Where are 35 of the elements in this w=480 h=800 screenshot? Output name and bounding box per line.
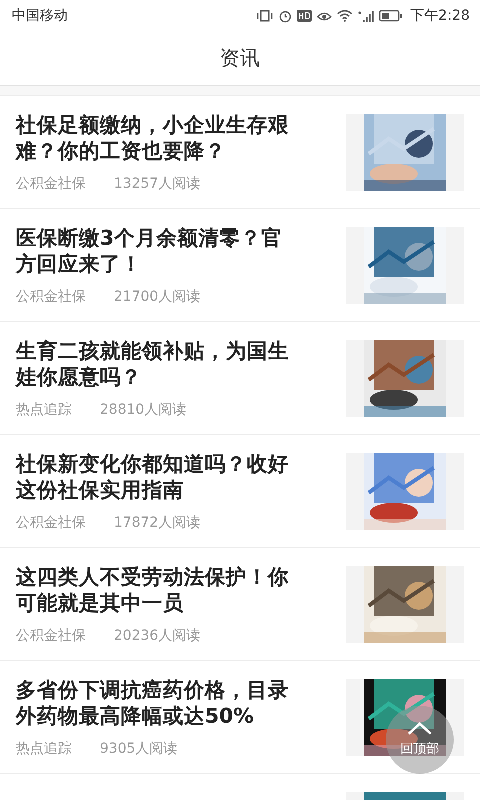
back-to-top-button[interactable]: 回顶部 — [386, 706, 454, 774]
alarm-icon — [278, 10, 292, 22]
article-category: 公积金社保 — [16, 626, 86, 644]
read-count: 21700人阅读 — [114, 288, 201, 306]
chevron-up-icon — [407, 722, 433, 736]
read-count: 13257人阅读 — [114, 174, 201, 192]
article-title: 社保足额缴纳，小企业生存艰难？你的工资也要降？ — [16, 112, 290, 164]
carrier-name: 中国移动 — [12, 7, 68, 25]
read-count: 17872人阅读 — [114, 514, 201, 532]
article-category: 热点追踪 — [16, 740, 72, 758]
article-item[interactable]: 社保新变化你都知道吗？收好这份社保实用指南 公积金社保 17872人阅读 — [0, 435, 480, 548]
eye-icon — [316, 10, 332, 22]
article-item[interactable]: 医保断缴3个月余额清零？官方回应来了！ 公积金社保 21700人阅读 — [0, 209, 480, 322]
hd-icon — [296, 10, 312, 22]
article-category: 公积金社保 — [16, 288, 86, 306]
article-item[interactable]: 社保足额缴纳，小企业生存艰难？你的工资也要降？ 公积金社保 13257人阅读 — [0, 96, 480, 209]
article-category: 公积金社保 — [16, 514, 86, 532]
read-count: 9305人阅读 — [100, 740, 178, 758]
clock-time: 下午2:28 — [410, 7, 470, 25]
article-title: 这四类人不受劳动法保护！你可能就是其中一员 — [16, 564, 290, 616]
article-title: 社保新变化你都知道吗？收好这份社保实用指南 — [16, 450, 290, 502]
read-count: 28810人阅读 — [100, 400, 187, 418]
article-title: 多省份下调抗癌药价格，目录外药物最高降幅或达50% — [16, 676, 290, 728]
article-category: 热点追踪 — [16, 400, 72, 418]
article-title: 医保断缴3个月余额清零？官方回应来了！ — [16, 224, 284, 276]
article-category: 公积金社保 — [16, 174, 86, 192]
read-count: 20236人阅读 — [114, 626, 201, 644]
article-item[interactable]: 这四类人不受劳动法保护！你可能就是其中一员 公积金社保 20236人阅读 — [0, 548, 480, 661]
article-item[interactable]: 生育二孩就能领补贴，为国生娃你愿意吗？ 热点追踪 28810人阅读 — [0, 322, 480, 435]
wifi-icon — [336, 10, 353, 22]
article-title: 生育二孩就能领补贴，为国生娃你愿意吗？ — [16, 338, 290, 390]
page-title: 资讯 — [220, 45, 260, 72]
signal-icon — [358, 10, 374, 22]
vibrate-icon — [256, 10, 274, 22]
battery-icon — [378, 10, 403, 22]
